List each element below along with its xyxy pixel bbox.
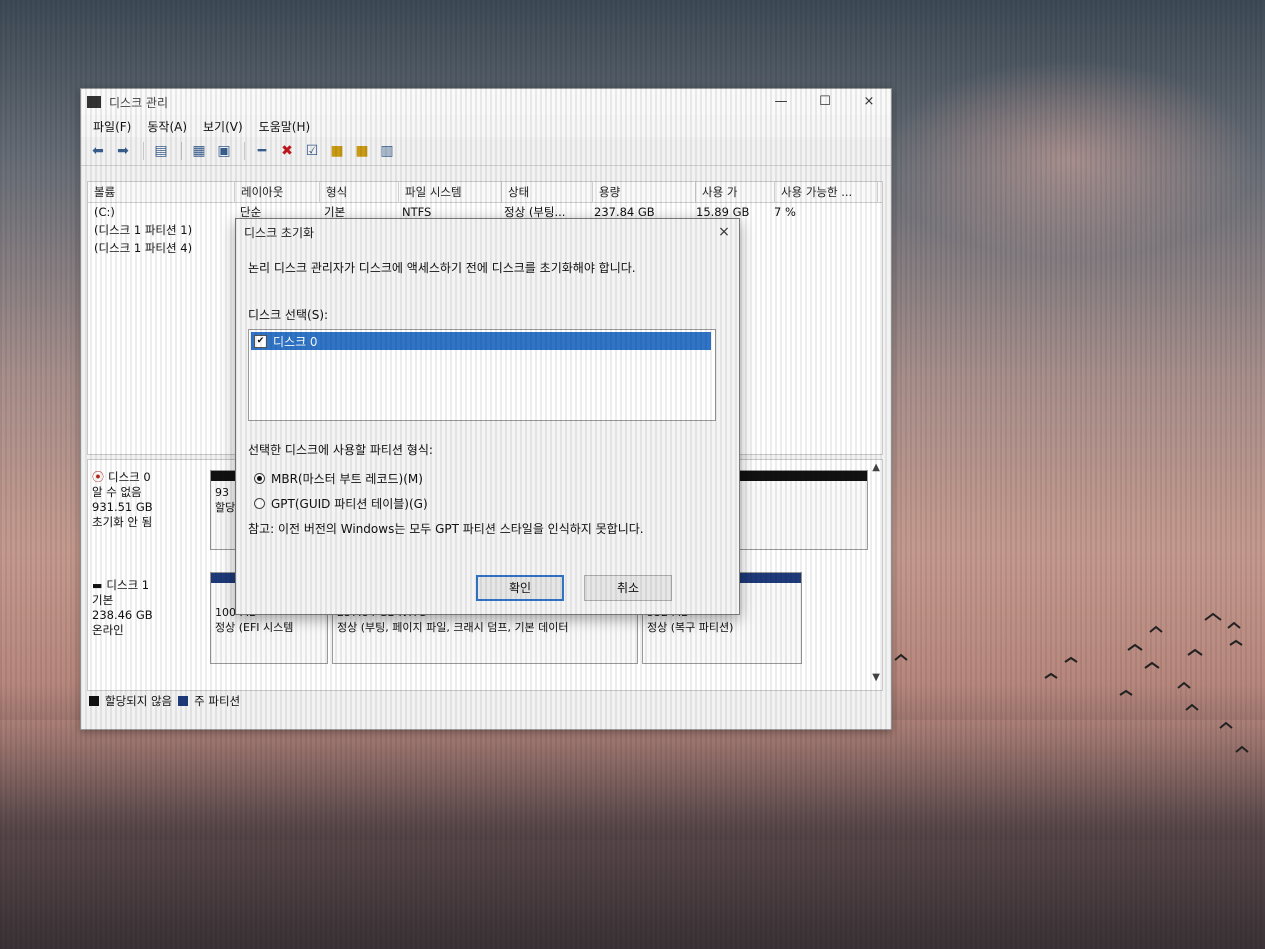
column-header[interactable]: 형식	[320, 182, 399, 202]
partition-status: 정상 (복구 파티션)	[647, 621, 734, 634]
scroll-down-icon[interactable]: ▼	[872, 672, 880, 683]
maximize-button[interactable]: ☐	[803, 89, 847, 115]
help-icon[interactable]: ▣	[213, 140, 235, 162]
check-icon[interactable]: ☑	[301, 140, 323, 162]
console-tree-icon[interactable]: ▤	[150, 140, 172, 162]
folder-search-icon[interactable]: ■	[351, 140, 373, 162]
legend-unallocated: 할당되지 않음	[105, 694, 173, 708]
dialog-title-bar: 디스크 초기화 ×	[236, 219, 739, 245]
gpt-option[interactable]: GPT(GUID 파티션 테이블)(G)	[254, 495, 727, 512]
scroll-up-icon[interactable]: ▲	[872, 462, 880, 473]
column-header[interactable]: 파일 시스템	[399, 182, 502, 202]
column-header[interactable]: 상태	[502, 182, 593, 202]
disk-list-item-label: 디스크 0	[273, 334, 318, 349]
column-header[interactable]: 레이아웃	[235, 182, 320, 202]
forward-arrow-icon[interactable]: ➡	[112, 140, 134, 162]
legend-swatch-unallocated	[89, 696, 99, 706]
toolbar-divider	[181, 142, 182, 160]
toolbar-divider	[244, 142, 245, 160]
title-bar: 디스크 관리 — ☐ ×	[81, 89, 891, 115]
ok-button[interactable]: 확인	[476, 575, 564, 601]
disk-size: 238.46 GB	[92, 608, 153, 622]
dialog-description: 논리 디스크 관리자가 디스크에 액세스하기 전에 디스크를 초기화해야 합니다…	[248, 261, 636, 275]
volume-list-header: 볼륨 레이아웃 형식 파일 시스템 상태 용량 사용 가 사용 가능한 ...	[88, 182, 882, 203]
disk-management-icon	[87, 96, 101, 108]
disk-type: 알 수 없음	[92, 485, 142, 499]
gpt-option-label: GPT(GUID 파티션 테이블)(G)	[271, 497, 428, 511]
folder-icon[interactable]: ■	[326, 140, 348, 162]
close-button[interactable]: ×	[847, 89, 891, 115]
column-header[interactable]: 볼륨	[88, 182, 235, 202]
dialog-title: 디스크 초기화	[244, 225, 315, 240]
dialog-body: 논리 디스크 관리자가 디스크에 액세스하기 전에 디스크를 초기화해야 합니다…	[248, 259, 727, 537]
menu-file[interactable]: 파일(F)	[85, 118, 139, 135]
legend: 할당되지 않음 주 파티션	[89, 693, 240, 709]
connect-icon[interactable]: ━	[251, 140, 273, 162]
column-header[interactable]: 사용 가능한 ...	[775, 182, 878, 202]
disk-name: ⦿ 디스크 0	[92, 470, 202, 485]
minimize-button[interactable]: —	[759, 89, 803, 115]
toolbar-divider	[143, 142, 144, 160]
disk-type: 기본	[92, 593, 114, 607]
table-cell: (디스크 1 파티션 1)	[94, 223, 193, 237]
partition-status: 정상 (EFI 시스템	[215, 621, 294, 634]
disk-list-item[interactable]: ✔ 디스크 0	[251, 332, 711, 350]
select-disk-label: 디스크 선택(S):	[248, 308, 329, 322]
dialog-close-button[interactable]: ×	[709, 224, 739, 240]
menu-action[interactable]: 동작(A)	[139, 118, 195, 135]
properties-icon[interactable]: ▦	[188, 140, 210, 162]
column-header[interactable]: 용량	[593, 182, 696, 202]
disk-status: 초기화 안 됨	[92, 515, 153, 529]
disk-select-list: ✔ 디스크 0	[248, 329, 716, 421]
checkbox-checked-icon[interactable]: ✔	[254, 334, 267, 348]
radio-unselected-icon[interactable]	[254, 498, 265, 509]
disk-icon: ▬	[92, 579, 103, 592]
disk-name-label: 디스크 1	[106, 578, 150, 592]
radio-selected-icon[interactable]	[254, 473, 265, 484]
disk-error-icon: ⦿	[92, 470, 105, 484]
disk-size: 931.51 GB	[92, 500, 153, 514]
disk-name: ▬ 디스크 1	[92, 578, 202, 593]
partition-status: 정상 (부팅, 페이지 파일, 크래시 덤프, 기본 데이터	[337, 621, 569, 634]
disk-info: ▬ 디스크 1 기본 238.46 GB 온라인	[92, 578, 202, 638]
mbr-option-label: MBR(마스터 부트 레코드)(M)	[271, 472, 423, 486]
menu-help[interactable]: 도움말(H)	[251, 118, 319, 135]
cancel-button[interactable]: 취소	[584, 575, 672, 601]
table-cell: 7 %	[774, 205, 796, 219]
mbr-option[interactable]: MBR(마스터 부트 레코드)(M)	[254, 470, 727, 487]
table-cell: (디스크 1 파티션 4)	[94, 241, 193, 255]
window-title: 디스크 관리	[109, 95, 169, 110]
menu-bar: 파일(F) 동작(A) 보기(V) 도움말(H)	[81, 115, 891, 137]
legend-primary: 주 파티션	[194, 694, 241, 708]
toolbar: ⬅ ➡ ▤ ▦ ▣ ━ ✖ ☑ ■ ■ ▥	[81, 137, 891, 166]
disk-name-label: 디스크 0	[108, 470, 151, 484]
delete-icon[interactable]: ✖	[276, 140, 298, 162]
back-arrow-icon[interactable]: ⬅	[87, 140, 109, 162]
disk-info: ⦿ 디스크 0 알 수 없음 931.51 GB 초기화 안 됨	[92, 470, 202, 530]
table-cell: (C:)	[94, 205, 115, 219]
disk-status: 온라인	[92, 623, 124, 637]
menu-view[interactable]: 보기(V)	[195, 118, 251, 135]
initialize-disk-dialog: 디스크 초기화 × 논리 디스크 관리자가 디스크에 액세스하기 전에 디스크를…	[235, 218, 740, 615]
legend-swatch-primary	[178, 696, 189, 706]
compatibility-note: 참고: 이전 버전의 Windows는 모두 GPT 파티션 스타일을 인식하지…	[248, 522, 644, 536]
column-header[interactable]: 사용 가	[696, 182, 775, 202]
export-icon[interactable]: ▥	[376, 140, 398, 162]
partition-style-label: 선택한 디스크에 사용할 파티션 형식:	[248, 443, 433, 457]
